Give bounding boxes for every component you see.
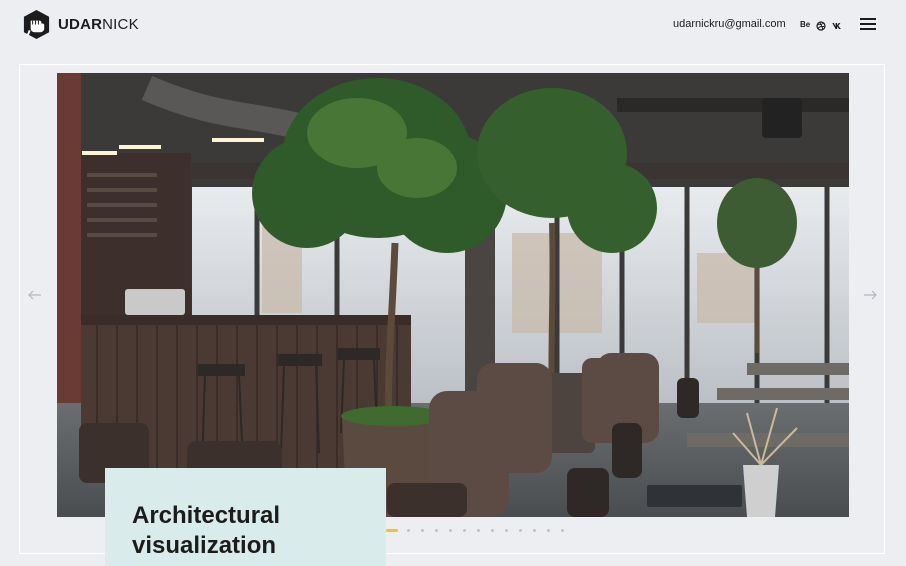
logo[interactable]: UDARNICK	[21, 9, 139, 40]
pagination-dot[interactable]	[561, 529, 564, 532]
next-slide-arrow-icon[interactable]	[863, 288, 877, 302]
pagination-dot[interactable]	[505, 529, 508, 532]
behance-icon[interactable]: Be	[800, 19, 810, 31]
pagination-dot[interactable]	[477, 529, 480, 532]
logo-fist-icon	[23, 9, 50, 40]
slide-title: Architectural visualization	[132, 502, 281, 559]
pagination-dot[interactable]	[386, 529, 398, 532]
logo-wordmark: UDARNICK	[58, 16, 139, 33]
prev-slide-arrow-icon[interactable]	[28, 288, 42, 302]
dribbble-icon[interactable]	[816, 20, 826, 32]
hamburger-menu-icon[interactable]	[860, 18, 876, 30]
pagination-dot[interactable]	[547, 529, 550, 532]
pagination-dot[interactable]	[533, 529, 536, 532]
slide-caption[interactable]: Architectural visualization	[105, 468, 386, 566]
pagination-dot[interactable]	[407, 529, 410, 532]
vk-icon[interactable]	[832, 20, 843, 32]
email-link[interactable]: udarnickru@gmail.com	[673, 18, 786, 30]
pagination-dot[interactable]	[491, 529, 494, 532]
site-header: UDARNICK udarnickru@gmail.com Be	[0, 0, 906, 50]
pagination-dot[interactable]	[519, 529, 522, 532]
pagination-dot[interactable]	[435, 529, 438, 532]
slider-pagination	[386, 529, 575, 532]
pagination-dot[interactable]	[463, 529, 466, 532]
social-links: Be	[800, 18, 843, 32]
pagination-dot[interactable]	[421, 529, 424, 532]
pagination-dot[interactable]	[449, 529, 452, 532]
slide-image	[57, 73, 849, 517]
